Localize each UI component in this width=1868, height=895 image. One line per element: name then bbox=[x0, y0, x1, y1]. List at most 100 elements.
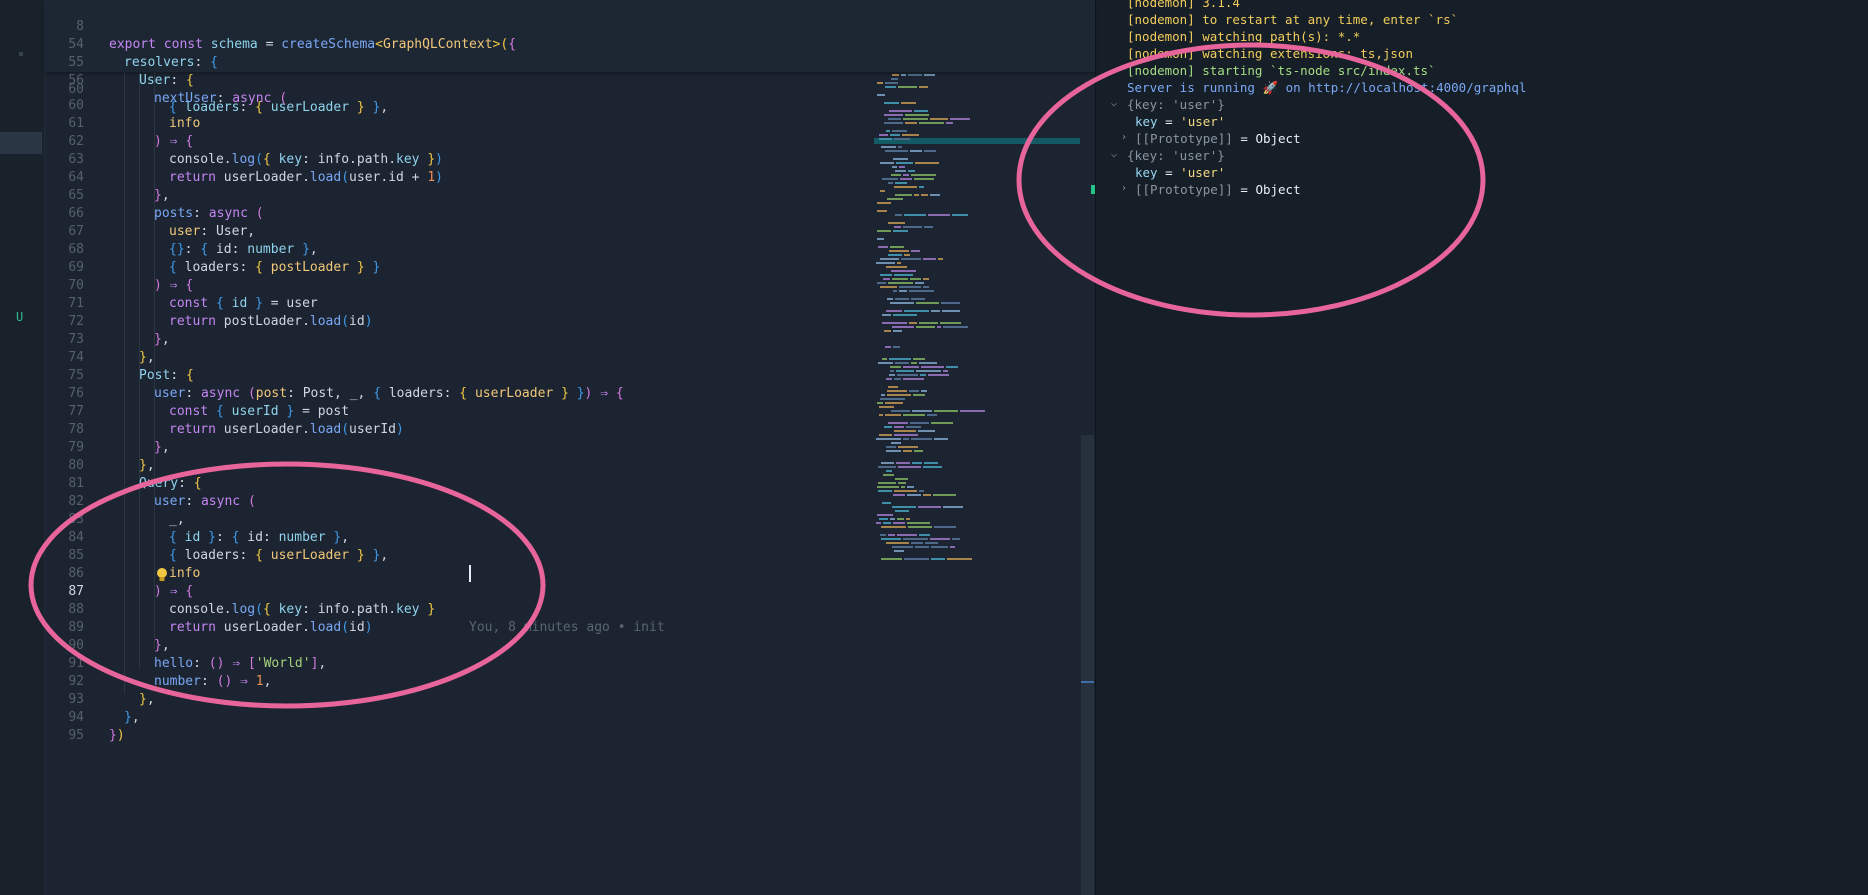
code-line[interactable]: 93 }, bbox=[44, 673, 139, 725]
minimap-line bbox=[888, 422, 908, 424]
minimap-line bbox=[882, 178, 898, 180]
code-line[interactable]: 81 user: async ( bbox=[44, 457, 255, 509]
terminal-panel[interactable]: [nodemon] 3.1.4 [nodemon] to restart at … bbox=[1095, 0, 1868, 895]
code-line[interactable]: 88 return userLoader.load(id) bbox=[44, 583, 372, 635]
log-object-prototype[interactable]: [[Prototype]] = Object bbox=[1135, 130, 1301, 147]
code-line[interactable]: 72 }, bbox=[44, 295, 169, 347]
minimap-line bbox=[894, 426, 904, 428]
code-line[interactable]: 73 }, bbox=[44, 313, 154, 365]
sticky-scroll-header[interactable]: 8 export const schema = createSchema<Gra… bbox=[44, 0, 1095, 106]
code-line[interactable]: 64 }, bbox=[44, 151, 169, 203]
code-line[interactable]: 8 export const schema = createSchema<Gra… bbox=[44, 0, 516, 52]
log-object-property: key = 'user' bbox=[1135, 165, 1226, 180]
minimap-line bbox=[888, 386, 898, 388]
minimap-line bbox=[898, 446, 918, 448]
code-line[interactable]: 78 }, bbox=[44, 403, 169, 455]
minimap-line bbox=[885, 346, 891, 348]
active-file-indicator bbox=[0, 132, 42, 154]
minimap-line bbox=[899, 286, 921, 288]
code-line[interactable]: 85 info bbox=[44, 529, 200, 581]
minimap-line bbox=[924, 74, 935, 76]
minimap-line bbox=[877, 282, 886, 284]
code-line[interactable]: 66 user: User, bbox=[44, 187, 255, 239]
code-line[interactable]: 69 ) ⇒ { bbox=[44, 241, 193, 293]
terminal-line: [nodemon] 3.1.4 bbox=[1127, 0, 1240, 10]
code-line[interactable]: 56 nextUser: async ( bbox=[44, 54, 287, 106]
minimap-line bbox=[880, 534, 886, 536]
code-line[interactable]: 83 { id }: { id: number }, bbox=[44, 493, 349, 545]
code-line[interactable]: 70 const { id } = user bbox=[44, 259, 317, 311]
chevron-right-icon[interactable]: › bbox=[1121, 183, 1127, 194]
minimap-line bbox=[946, 122, 953, 124]
code-line[interactable]: 63 return userLoader.load(user.id + 1) bbox=[44, 133, 443, 185]
minimap-line bbox=[940, 322, 961, 324]
line-code: info bbox=[169, 566, 201, 581]
line-code: ) ⇒ { bbox=[154, 134, 194, 149]
code-line[interactable]: 76 const { userId } = post bbox=[44, 367, 349, 419]
code-line[interactable]: 86 ) ⇒ { bbox=[44, 547, 193, 599]
code-line[interactable]: 54 resolvers: { bbox=[44, 18, 218, 70]
log-object-property: key = 'user' bbox=[1135, 114, 1226, 129]
activity-bar: U bbox=[0, 0, 45, 895]
minimap-line bbox=[877, 238, 884, 240]
minimap-line bbox=[928, 374, 949, 376]
code-line[interactable]: 71 return postLoader.load(id) bbox=[44, 277, 372, 329]
code-line[interactable]: 92 }, bbox=[44, 655, 154, 707]
minimap[interactable] bbox=[874, 0, 1080, 895]
code-line[interactable]: 67 {}: { id: number }, bbox=[44, 205, 317, 257]
line-code: }, bbox=[124, 710, 140, 725]
minimap-line bbox=[895, 510, 909, 512]
activity-icon[interactable] bbox=[19, 52, 23, 56]
minimap-line bbox=[930, 118, 948, 120]
code-line[interactable]: 95 bbox=[44, 709, 84, 743]
code-line[interactable]: 75 user: async (post: Post, _, { loaders… bbox=[44, 349, 623, 401]
minimap-line bbox=[882, 314, 891, 316]
code-line[interactable]: 55 User: { bbox=[44, 36, 193, 88]
minimap-line bbox=[879, 134, 888, 136]
editor-scrollbar-thumb[interactable] bbox=[1081, 435, 1094, 895]
line-code: Query: { bbox=[139, 476, 202, 491]
code-line[interactable]: 90 hello: () ⇒ ['World'], bbox=[44, 619, 326, 671]
lightbulb-icon[interactable] bbox=[155, 566, 169, 584]
line-code: resolvers: { bbox=[124, 55, 218, 70]
minimap-line bbox=[903, 378, 924, 380]
chevron-right-icon[interactable]: › bbox=[1121, 132, 1127, 143]
line-code: return postLoader.load(id) bbox=[169, 314, 373, 329]
minimap-line bbox=[888, 182, 893, 184]
minimap-line bbox=[880, 274, 892, 276]
code-line[interactable]: 94 }) bbox=[44, 691, 124, 743]
code-line[interactable]: 77 return userLoader.load(userId) bbox=[44, 385, 404, 437]
log-object-prototype[interactable]: [[Prototype]] = Object bbox=[1135, 181, 1301, 198]
minimap-line bbox=[905, 114, 929, 116]
minimap-line bbox=[886, 378, 892, 380]
code-line[interactable]: 80 Query: { bbox=[44, 439, 201, 491]
code-line[interactable]: 91 number: () ⇒ 1, bbox=[44, 637, 271, 689]
code-line[interactable]: 89 }, bbox=[44, 601, 169, 653]
log-object-summary[interactable]: {key: 'user'} bbox=[1127, 147, 1225, 164]
code-line[interactable]: 65 posts: async ( bbox=[44, 169, 263, 221]
chevron-down-icon[interactable]: ⌵ bbox=[1111, 98, 1117, 109]
code-line[interactable]: 74 Post: { bbox=[44, 331, 193, 383]
log-object-summary[interactable]: {key: 'user'} bbox=[1127, 96, 1225, 113]
minimap-line bbox=[884, 102, 899, 104]
code-line[interactable]: 82 _, bbox=[44, 475, 184, 527]
code-line-current[interactable]: 87 console.log({ key: info.path.key } Yo… bbox=[44, 565, 664, 635]
minimap-line bbox=[878, 482, 896, 484]
minimap-line bbox=[893, 230, 908, 232]
code-line[interactable]: 84 { loaders: { userLoader } }, bbox=[44, 511, 388, 563]
minimap-line bbox=[878, 466, 896, 468]
minimap-line bbox=[921, 366, 944, 368]
minimap-line bbox=[934, 410, 958, 412]
minimap-line bbox=[882, 322, 907, 324]
minimap-line bbox=[888, 254, 902, 256]
line-code: nextUser: async ( bbox=[154, 91, 288, 106]
minimap-line bbox=[925, 542, 938, 544]
code-line[interactable]: 79 }, bbox=[44, 421, 154, 473]
minimap-line bbox=[888, 282, 913, 284]
chevron-down-icon[interactable]: ⌵ bbox=[1111, 149, 1117, 160]
minimap-line bbox=[909, 290, 934, 292]
code-line[interactable]: 68 { loaders: { postLoader } } bbox=[44, 223, 380, 275]
minimap-line bbox=[879, 406, 894, 408]
minimap-line bbox=[884, 122, 903, 124]
server-url-link[interactable]: http://localhost:4000/graphql bbox=[1308, 80, 1526, 95]
